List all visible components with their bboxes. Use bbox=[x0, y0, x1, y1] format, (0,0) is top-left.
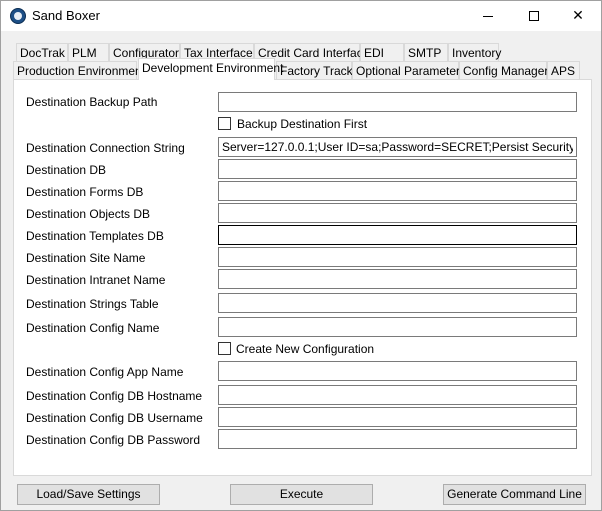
tab-development-environment[interactable]: Development Environment bbox=[138, 58, 283, 80]
tab-factory-track[interactable]: Factory Track bbox=[276, 61, 353, 80]
config-db-username-input[interactable] bbox=[218, 407, 577, 427]
config-name-label: Destination Config Name bbox=[26, 321, 160, 335]
tab-edi[interactable]: EDI bbox=[360, 43, 404, 62]
config-db-username-label: Destination Config DB Username bbox=[26, 411, 203, 425]
forms-db-label: Destination Forms DB bbox=[26, 185, 144, 199]
load-save-settings-button[interactable]: Load/Save Settings bbox=[17, 484, 160, 505]
tab-aps[interactable]: APS bbox=[547, 61, 580, 80]
strings-table-label: Destination Strings Table bbox=[26, 297, 159, 311]
maximize-icon bbox=[529, 11, 539, 21]
config-db-password-input[interactable] bbox=[218, 429, 577, 449]
close-button[interactable]: ✕ bbox=[555, 1, 601, 31]
window-title: Sand Boxer bbox=[32, 8, 100, 23]
tab-smtp[interactable]: SMTP bbox=[404, 43, 448, 62]
connection-string-label: Destination Connection String bbox=[26, 141, 185, 155]
config-db-hostname-label: Destination Config DB Hostname bbox=[26, 389, 203, 403]
templates-db-label: Destination Templates DB bbox=[26, 229, 164, 243]
objects-db-label: Destination Objects DB bbox=[26, 207, 151, 221]
tab-optional-parameters[interactable]: Optional Parameters bbox=[352, 61, 466, 80]
create-new-config-label: Create New Configuration bbox=[236, 342, 375, 356]
tab-plm[interactable]: PLM bbox=[68, 43, 109, 62]
maximize-button[interactable] bbox=[511, 1, 557, 31]
config-name-input[interactable] bbox=[218, 317, 577, 337]
backup-first-checkbox[interactable] bbox=[218, 117, 231, 130]
tab-config-manager[interactable]: Config Manager bbox=[459, 61, 548, 80]
forms-db-input[interactable] bbox=[218, 181, 577, 201]
execute-button[interactable]: Execute bbox=[230, 484, 373, 505]
config-db-password-label: Destination Config DB Password bbox=[26, 433, 201, 447]
minimize-icon bbox=[483, 15, 493, 17]
generate-command-line-button[interactable]: Generate Command Line bbox=[443, 484, 586, 505]
site-name-input[interactable] bbox=[218, 247, 577, 267]
config-db-hostname-input[interactable] bbox=[218, 385, 577, 405]
connection-string-input[interactable] bbox=[218, 137, 577, 157]
intranet-name-label: Destination Intranet Name bbox=[26, 273, 166, 287]
site-name-label: Destination Site Name bbox=[26, 251, 146, 265]
backup-path-input[interactable] bbox=[218, 92, 577, 112]
app-window: Sand Boxer ✕ DocTrak PLM Configurator Ta… bbox=[0, 0, 602, 511]
templates-db-input[interactable] bbox=[218, 225, 577, 245]
app-logo-icon bbox=[10, 8, 26, 24]
objects-db-input[interactable] bbox=[218, 203, 577, 223]
backup-first-label: Backup Destination First bbox=[237, 117, 368, 131]
db-label: Destination DB bbox=[26, 163, 107, 177]
db-input[interactable] bbox=[218, 159, 577, 179]
tab-inventory[interactable]: Inventory bbox=[448, 43, 501, 62]
create-new-config-checkbox[interactable] bbox=[218, 342, 231, 355]
tab-doctrak[interactable]: DocTrak bbox=[16, 43, 68, 62]
config-app-name-label: Destination Config App Name bbox=[26, 365, 184, 379]
tab-production-environment[interactable]: Production Environment bbox=[13, 61, 145, 80]
strings-table-input[interactable] bbox=[218, 293, 577, 313]
backup-path-label: Destination Backup Path bbox=[26, 95, 158, 109]
title-bar[interactable]: Sand Boxer ✕ bbox=[1, 1, 601, 31]
config-app-name-input[interactable] bbox=[218, 361, 577, 381]
minimize-button[interactable] bbox=[465, 1, 511, 31]
close-icon: ✕ bbox=[572, 8, 584, 24]
intranet-name-input[interactable] bbox=[218, 269, 577, 289]
